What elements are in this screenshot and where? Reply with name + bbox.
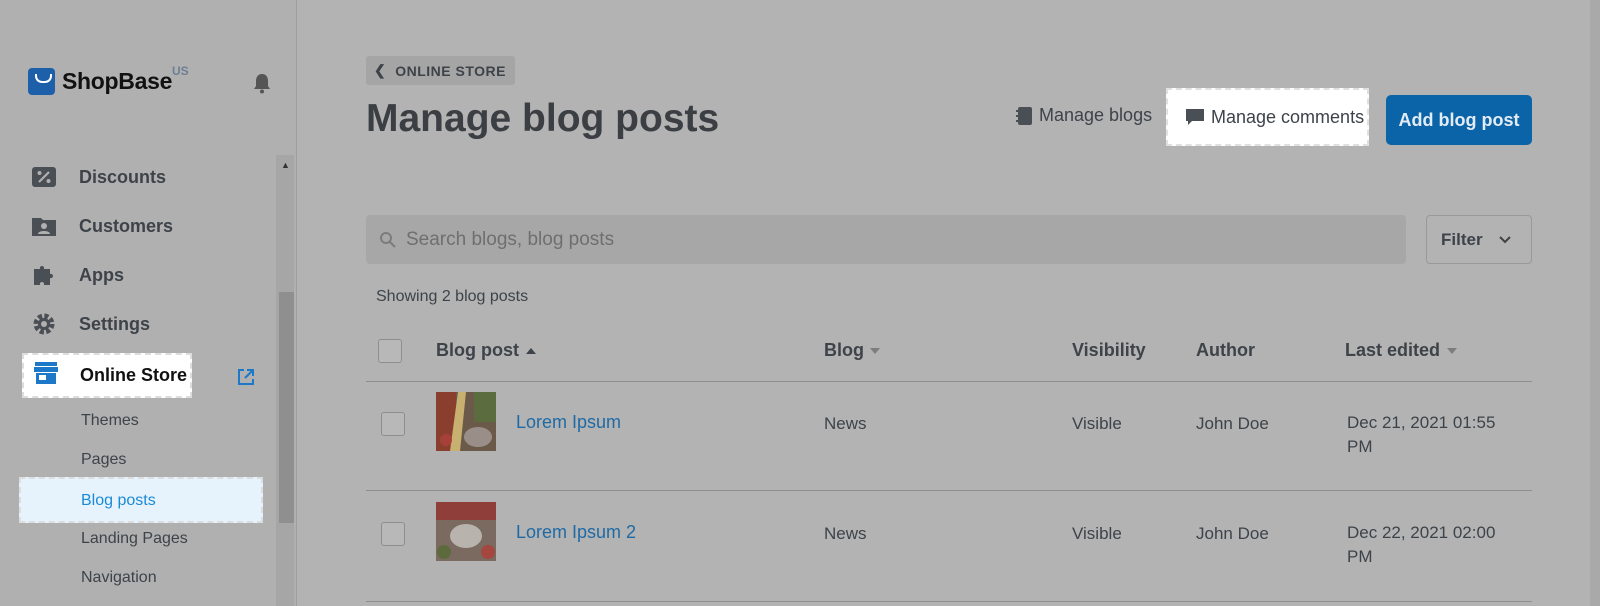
sort-desc-icon <box>870 347 880 354</box>
post-author: John Doe <box>1196 524 1269 543</box>
sidebar-item-label: Customers <box>79 215 174 236</box>
results-count: Showing 2 blog posts <box>376 288 529 305</box>
column-header-label: Last edited <box>1345 340 1441 360</box>
sort-desc-icon <box>1447 347 1458 354</box>
shopbase-logo[interactable]: ShopBase <box>28 68 172 95</box>
post-title-link[interactable]: Lorem Ipsum <box>516 412 621 433</box>
sidebar-sub-item-landing-pages[interactable]: Landing Pages <box>81 530 188 548</box>
sidebar-sub-item-navigation[interactable]: Navigation <box>81 569 157 587</box>
sidebar-scrollbar-thumb[interactable] <box>279 292 294 523</box>
column-header-blog-post[interactable]: Blog post <box>436 340 538 361</box>
breadcrumb-label: ONLINE STORE <box>395 62 506 79</box>
filter-button[interactable]: Filter <box>1426 215 1532 264</box>
brand-name: ShopBase <box>62 68 173 94</box>
column-header-label: Blog <box>824 340 864 360</box>
external-link-icon[interactable] <box>236 367 256 387</box>
add-blog-post-button[interactable]: Add blog post <box>1386 95 1532 145</box>
gear-icon <box>30 311 58 337</box>
brand-region: US <box>172 64 189 78</box>
column-header-last-edited[interactable]: Last edited <box>1345 340 1459 361</box>
notebook-icon <box>1016 106 1032 125</box>
row-checkbox[interactable] <box>381 522 405 546</box>
manage-comments-button[interactable]: Manage comments <box>1166 88 1369 146</box>
post-last-edited: Dec 22, 2021 02:00 PM <box>1347 523 1496 566</box>
post-blog: News <box>824 524 867 543</box>
page-title: Manage blog posts <box>366 97 720 140</box>
post-title-link[interactable]: Lorem Ipsum 2 <box>516 522 636 543</box>
sort-asc-icon <box>526 347 536 354</box>
post-author: John Doe <box>1196 414 1269 433</box>
comment-icon <box>1186 109 1204 125</box>
discount-icon <box>30 164 58 190</box>
store-icon <box>33 361 59 390</box>
post-thumbnail <box>436 392 496 451</box>
chevron-left-icon: ❮ <box>374 62 387 78</box>
sidebar-item-apps[interactable]: Apps <box>30 260 124 290</box>
post-visibility: Visible <box>1072 524 1122 543</box>
column-header-label: Author <box>1196 340 1255 360</box>
sidebar-sub-item-pages[interactable]: Pages <box>81 451 126 469</box>
customers-icon <box>30 213 58 239</box>
sidebar: ShopBase US ▲ Discounts Customers Apps S… <box>0 0 297 606</box>
bell-icon[interactable] <box>252 72 272 94</box>
post-visibility: Visible <box>1072 414 1122 433</box>
sidebar-item-label: Online Store <box>80 365 188 385</box>
filter-label: Filter <box>1441 229 1483 249</box>
puzzle-icon <box>30 262 58 288</box>
sidebar-item-discounts[interactable]: Discounts <box>30 162 166 192</box>
sidebar-item-label: Discounts <box>79 166 167 187</box>
search-icon <box>380 231 396 248</box>
manage-comments-label: Manage comments <box>1211 106 1365 127</box>
column-header-blog[interactable]: Blog <box>824 340 882 361</box>
scroll-up-arrow-icon[interactable]: ▲ <box>281 160 290 170</box>
breadcrumb[interactable]: ❮ ONLINE STORE <box>366 56 515 85</box>
search-placeholder: Search blogs, blog posts <box>406 228 615 250</box>
sidebar-item-customers[interactable]: Customers <box>30 211 173 241</box>
table-divider <box>366 601 1532 602</box>
search-input[interactable]: Search blogs, blog posts <box>366 215 1406 264</box>
chevron-down-icon <box>1498 235 1511 243</box>
column-header-visibility: Visibility <box>1072 340 1146 361</box>
post-blog: News <box>824 414 867 433</box>
manage-blogs-label: Manage blogs <box>1039 105 1153 125</box>
manage-blogs-button[interactable]: Manage blogs <box>1015 105 1152 126</box>
table-divider <box>366 381 1532 382</box>
post-thumbnail <box>436 502 496 561</box>
sidebar-item-label: Settings <box>79 313 151 334</box>
column-header-label: Blog post <box>436 340 519 360</box>
sidebar-sub-item-blog-posts[interactable]: Blog posts <box>19 477 263 523</box>
post-last-edited: Dec 21, 2021 01:55 PM <box>1347 413 1496 456</box>
row-checkbox[interactable] <box>381 412 405 436</box>
shopbase-bag-icon <box>28 68 55 95</box>
sidebar-item-label: Apps <box>79 264 124 285</box>
sidebar-item-online-store[interactable]: Online Store <box>22 353 192 398</box>
page-scrollbar[interactable] <box>1590 0 1600 606</box>
column-header-author: Author <box>1196 340 1255 361</box>
column-header-label: Visibility <box>1072 340 1146 360</box>
table-divider <box>366 490 1532 491</box>
select-all-checkbox[interactable] <box>378 339 402 363</box>
sidebar-sub-item-label: Blog posts <box>81 492 156 509</box>
sidebar-item-settings[interactable]: Settings <box>30 309 150 339</box>
sidebar-sub-item-themes[interactable]: Themes <box>81 412 139 430</box>
